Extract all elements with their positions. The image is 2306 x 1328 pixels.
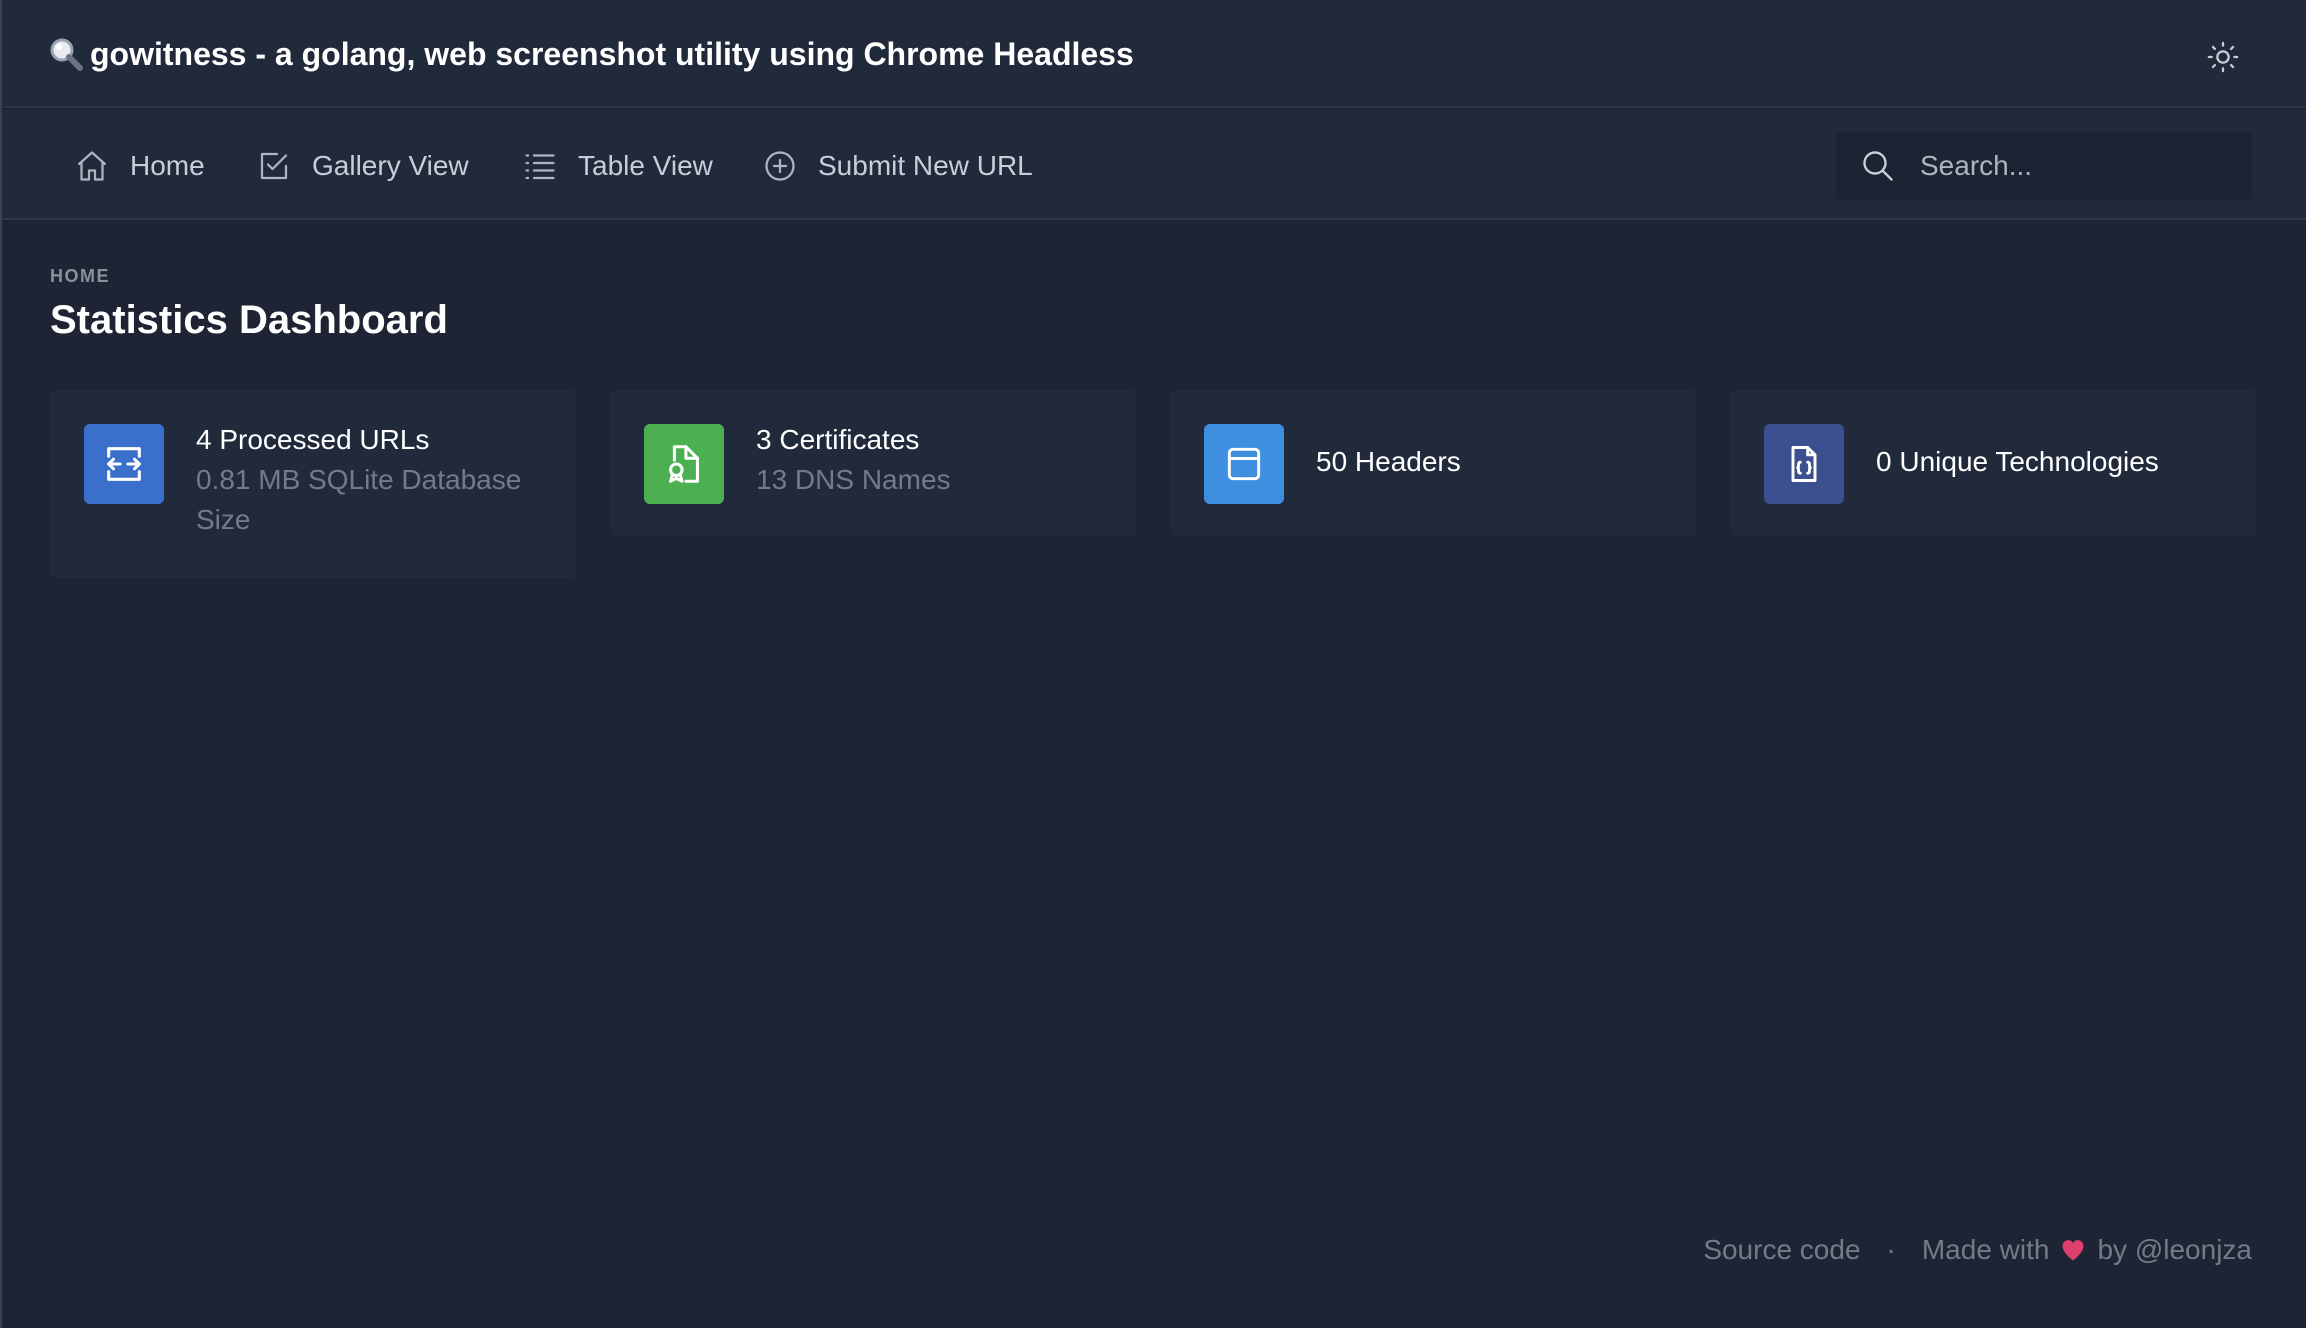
code-file-icon [1791,446,1817,482]
author-link[interactable]: by @leonjza [2097,1234,2252,1266]
nav-item-submit-new-url[interactable]: Submit New URL [762,144,1033,188]
stat-card-certificates: 3 Certificates 13 DNS Names [610,390,1136,536]
nav-item-home[interactable]: Home [74,144,205,188]
card-icon-box [1204,424,1284,504]
card-primary-text: 4 Processed URLs [196,424,430,455]
search-box [1836,132,2252,200]
card-icon-box [1764,424,1844,504]
browser-window-icon [1227,447,1261,481]
app-title-text: gowitness - a golang, web screenshot uti… [90,35,1134,72]
sun-icon [2207,41,2239,73]
list-icon [525,154,555,180]
nav-item-gallery-view[interactable]: Gallery View [256,144,469,188]
nav-label: Table View [578,150,713,181]
top-header: gowitness - a golang, web screenshot uti… [2,0,2306,108]
card-secondary-text: 13 DNS Names [756,464,951,495]
card-primary-text: 3 Certificates [756,424,920,455]
nav-bar: Home Gallery View Table View Submit New … [2,110,2306,220]
stat-card-processed-urls: 4 Processed URLs 0.81 MB SQLite Database… [50,390,576,578]
theme-toggle-button[interactable] [2202,36,2244,78]
source-code-link[interactable]: Source code [1703,1234,1860,1266]
page-title: Statistics Dashboard [50,298,448,342]
nav-item-table-view[interactable]: Table View [522,144,713,188]
nav-label: Gallery View [312,150,469,181]
card-icon-box [84,424,164,504]
search-input[interactable] [1918,149,2238,183]
magnifier-emoji-icon [50,38,83,71]
card-primary-text: 50 Headers [1316,446,1461,477]
breadcrumb: HOME [50,266,110,286]
heart-icon [2062,1240,2084,1261]
app-title: gowitness - a golang, web screenshot uti… [48,34,1134,74]
footer: Source code · Made with by @leonjza [1703,1230,2252,1270]
card-icon-box [644,424,724,504]
certificate-file-icon [669,445,699,483]
made-with-text: Made with [1921,1234,2050,1265]
stat-card-unique-technologies: 0 Unique Technologies [1730,390,2256,536]
nav-label: Submit New URL [818,150,1033,181]
checkbox-icon [260,152,288,180]
plus-circle-icon [765,151,795,181]
home-icon [77,151,107,181]
card-primary-text: 0 Unique Technologies [1876,446,2159,477]
app-window: gowitness - a golang, web screenshot uti… [0,0,2306,1328]
card-text: 50 Headers [1316,442,1461,482]
arrows-horizontal-icon [107,447,141,481]
card-secondary-text: 0.81 MB SQLite Database Size [196,464,522,535]
card-text: 3 Certificates 13 DNS Names [756,420,951,500]
stat-card-headers: 50 Headers [1170,390,1696,536]
search-icon [1858,146,1898,186]
card-text: 0 Unique Technologies [1876,442,2159,482]
footer-separator: · [1886,1234,1896,1265]
card-text: 4 Processed URLs 0.81 MB SQLite Database… [196,420,556,540]
nav-label: Home [130,150,205,181]
